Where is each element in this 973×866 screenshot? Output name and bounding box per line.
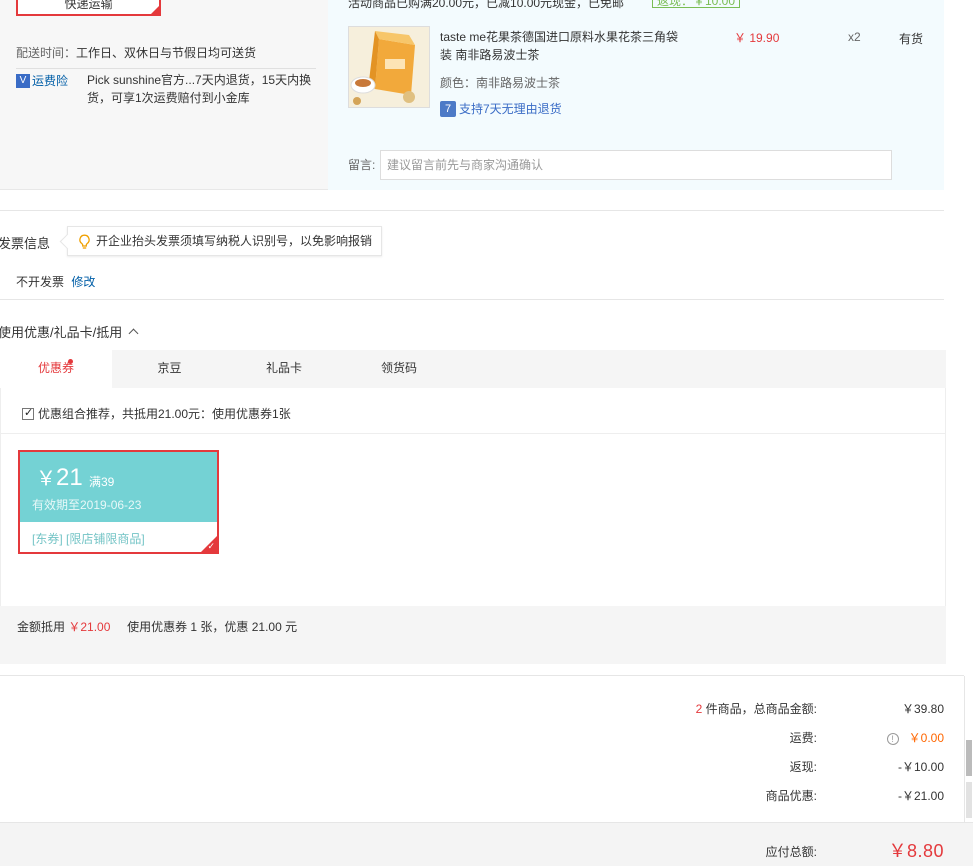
coupon-yen: ￥ bbox=[36, 468, 56, 490]
divider bbox=[0, 433, 946, 434]
divider bbox=[964, 676, 965, 826]
coupon-condition: 满39 bbox=[89, 475, 115, 489]
coupon-header: ￥21 满39 有效期至2019-06-23 bbox=[20, 452, 217, 522]
check-icon: ✓ bbox=[207, 541, 215, 551]
product-image[interactable] bbox=[348, 26, 430, 108]
tab-label: 礼品卡 bbox=[265, 361, 302, 375]
tab-pickup-code[interactable]: 领货码 bbox=[341, 350, 457, 388]
payable-label: 应付总额: bbox=[765, 845, 817, 859]
invoice-edit-link[interactable]: 修改 bbox=[71, 275, 95, 289]
tab-coupons[interactable]: 优惠券 bbox=[0, 350, 112, 388]
selected-check-icon bbox=[149, 4, 161, 16]
combo-text: 优惠组合推荐，共抵用21.00元：使用优惠券1张 bbox=[38, 407, 291, 421]
items-total-value: ￥39.80 bbox=[901, 702, 944, 716]
scrollbar-thumb[interactable] bbox=[966, 740, 972, 776]
chevron-up-icon bbox=[128, 328, 139, 339]
tab-jingdou[interactable]: 京豆 bbox=[112, 350, 227, 388]
divider bbox=[0, 210, 944, 211]
summary-detail: 使用优惠券 1 张，优惠 21.00 元 bbox=[127, 620, 298, 634]
insurance-label[interactable]: 运费险 bbox=[32, 74, 68, 88]
delivery-time-label: 配送时间： bbox=[16, 46, 77, 60]
freight-value-row: ! ￥0.00 bbox=[886, 729, 944, 746]
payable-value: ￥8.80 bbox=[888, 841, 944, 861]
cashback-tag: 返现：￥10.00 bbox=[652, 0, 740, 8]
coupon-card[interactable]: ￥21 满39 有效期至2019-06-23 [东券] [限店铺限商品] ✓ bbox=[18, 450, 219, 554]
return-policy-text[interactable]: 支持7天无理由退货 bbox=[459, 102, 562, 116]
coupon-expiry: 有效期至2019-06-23 bbox=[32, 498, 142, 512]
combo-checkbox[interactable] bbox=[22, 406, 34, 420]
insurance-icon: V bbox=[16, 73, 30, 88]
insurance-description: Pick sunshine官方...7天内退货，15天内换货，可享1次运费赔付到… bbox=[87, 73, 312, 105]
freight-label: 运费: bbox=[789, 731, 817, 745]
discount-summary: 金额抵用 ￥21.00 使用优惠券 1 张，优惠 21.00 元 bbox=[17, 618, 297, 635]
combo-recommend[interactable]: 优惠组合推荐，共抵用21.00元：使用优惠券1张 bbox=[22, 405, 291, 422]
delivery-time: 配送时间：工作日、双休日与节假日均可送货 bbox=[16, 44, 256, 61]
items-total-label: 2 件商品，总商品金额: bbox=[696, 700, 817, 717]
message-input[interactable] bbox=[380, 150, 892, 180]
invoice-tip-text: 开企业抬头发票须填写纳税人识别号，以免影响报销 bbox=[96, 234, 373, 248]
product-price: ￥ 19.90 bbox=[734, 31, 780, 45]
divider bbox=[0, 675, 964, 676]
invoice-tip: 开企业抬头发票须填写纳税人识别号，以免影响报销 bbox=[67, 226, 382, 256]
tab-gift-card[interactable]: 礼品卡 bbox=[227, 350, 341, 388]
delivery-time-value: 工作日、双休日与节假日均可送货 bbox=[76, 46, 257, 60]
seven-day-return-icon: 7 bbox=[440, 100, 456, 117]
return-policy: 7 支持7天无理由退货 bbox=[440, 100, 562, 117]
tab-label: 领货码 bbox=[380, 361, 417, 375]
discount-section-toggle[interactable]: 使用优惠/礼品卡/抵用 bbox=[0, 322, 139, 341]
coupon-tags: [东券] [限店铺限商品] bbox=[32, 532, 145, 546]
lightbulb-icon bbox=[79, 234, 90, 249]
discount-tabs: 优惠券 京豆 礼品卡 领货码 bbox=[0, 350, 946, 388]
product-name[interactable]: taste me花果茶德国进口原料水果花茶三角袋装 南非路易波士茶 bbox=[440, 28, 690, 64]
scrollbar-track[interactable] bbox=[966, 782, 972, 818]
product-quantity: x2 bbox=[848, 30, 861, 44]
summary-value: ￥21.00 bbox=[68, 620, 111, 634]
shipping-method-label: 快递运输 bbox=[64, 0, 113, 11]
invoice-title: 发票信息 bbox=[0, 236, 51, 251]
discount-value: -￥21.00 bbox=[897, 789, 944, 803]
stock-status: 有货 bbox=[899, 32, 924, 46]
promo-text: 活动商品已购满20.00元，已减10.00元现金，已免邮 bbox=[348, 0, 625, 10]
coupon-amount: ￥21 bbox=[36, 462, 83, 492]
items-label-text: 件商品，总商品金额: bbox=[702, 702, 817, 716]
invoice-status-text: 不开发票 bbox=[16, 275, 65, 289]
shipping-method-option[interactable]: 快递运输 bbox=[16, 0, 161, 16]
divider bbox=[0, 299, 944, 300]
invoice-status: 不开发票 修改 bbox=[16, 273, 95, 290]
payable-bar bbox=[0, 822, 973, 866]
product-color: 颜色：南非路易波士茶 bbox=[440, 76, 561, 90]
freight-value: ￥0.00 bbox=[908, 731, 944, 745]
tab-label: 京豆 bbox=[157, 361, 182, 375]
discount-label: 商品优惠: bbox=[765, 789, 817, 803]
tea-box-icon bbox=[349, 27, 429, 107]
info-icon[interactable]: ! bbox=[886, 733, 899, 745]
coupon-amount-value: 21 bbox=[56, 464, 83, 491]
message-label: 留言: bbox=[348, 158, 376, 172]
summary-label: 金额抵用 bbox=[17, 620, 66, 634]
cashback-value: -￥10.00 bbox=[897, 760, 944, 774]
new-dot-icon bbox=[68, 359, 73, 364]
cashback-label: 返现: bbox=[789, 760, 817, 774]
discount-section-title: 使用优惠/礼品卡/抵用 bbox=[0, 325, 123, 340]
